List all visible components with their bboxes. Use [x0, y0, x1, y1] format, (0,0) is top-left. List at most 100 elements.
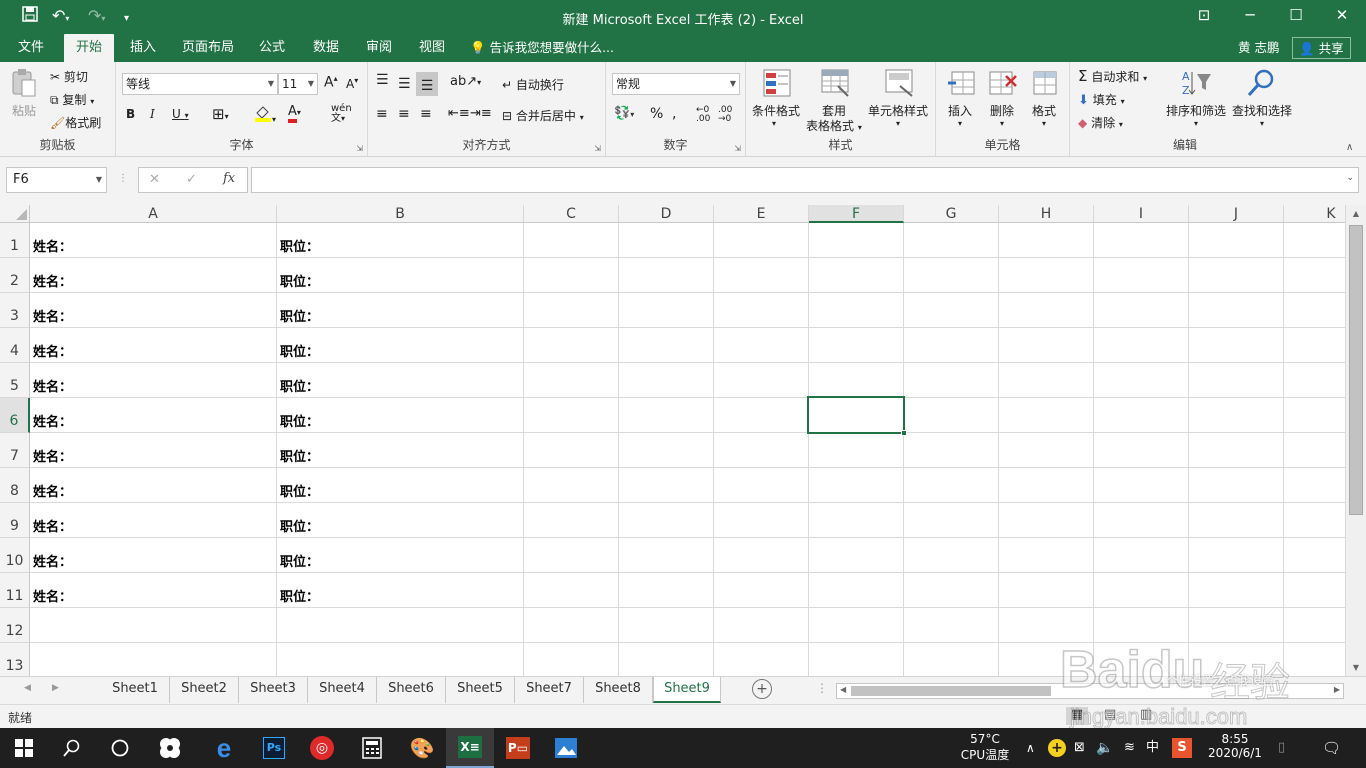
- column-header-g[interactable]: G: [904, 205, 999, 223]
- paint-app-icon[interactable]: 🎨: [398, 728, 446, 768]
- sheet-tab-sheet7[interactable]: Sheet7: [515, 677, 584, 703]
- wifi-icon[interactable]: ≋: [1124, 728, 1135, 768]
- cell-b7[interactable]: 职位：: [277, 433, 524, 468]
- font-size-combo[interactable]: 11 ▼: [278, 73, 318, 95]
- sheet-tab-sheet2[interactable]: Sheet2: [170, 677, 239, 703]
- tab-home[interactable]: 开始: [64, 34, 114, 62]
- formula-input[interactable]: ⌄: [251, 167, 1359, 193]
- align-top-icon[interactable]: ☰: [376, 72, 389, 88]
- paste-icon[interactable]: [10, 68, 42, 98]
- scroll-left-icon[interactable]: ◀: [840, 685, 846, 694]
- increase-indent-icon[interactable]: ⇥≡: [470, 106, 492, 121]
- select-all-button[interactable]: [0, 205, 30, 223]
- cell-a8[interactable]: 姓名：: [30, 468, 277, 503]
- vertical-scrollbar[interactable]: ▲ ▼: [1345, 205, 1366, 676]
- number-format-combo[interactable]: 常规 ▼: [612, 73, 740, 95]
- sogou-ime-icon[interactable]: S: [1172, 738, 1192, 758]
- music-app-icon[interactable]: ◎: [298, 728, 346, 768]
- percent-button[interactable]: %: [650, 106, 663, 122]
- underline-button[interactable]: U ▾: [172, 107, 189, 121]
- column-header-e[interactable]: E: [714, 205, 809, 223]
- paste-button[interactable]: 粘贴: [12, 102, 36, 119]
- row-header-6[interactable]: 6: [0, 398, 30, 433]
- italic-button[interactable]: I: [150, 107, 155, 121]
- tab-view[interactable]: 视图: [415, 34, 449, 62]
- tab-formulas[interactable]: 公式: [255, 34, 289, 62]
- chevron-up-icon[interactable]: ∧: [1026, 728, 1035, 768]
- minimize-button[interactable]: ─: [1227, 6, 1273, 24]
- row-header-11[interactable]: 11: [0, 573, 30, 608]
- fill-color-icon[interactable]: ▾: [254, 104, 276, 125]
- column-header-d[interactable]: D: [619, 205, 714, 223]
- sheet-tab-sheet6[interactable]: Sheet6: [377, 677, 446, 703]
- sheet-tab-sheet8[interactable]: Sheet8: [584, 677, 653, 703]
- merge-center-button[interactable]: ⊟ 合并后居中 ▾: [502, 107, 584, 124]
- task-view-icon[interactable]: [96, 728, 144, 768]
- page-layout-view-icon[interactable]: ▤: [1104, 707, 1116, 722]
- normal-view-icon[interactable]: ▦: [1066, 707, 1088, 725]
- cell-a5[interactable]: 姓名：: [30, 363, 277, 398]
- cell-a6[interactable]: 姓名：: [30, 398, 277, 433]
- tell-me-search[interactable]: 💡 告诉我您想要做什么...: [470, 34, 614, 62]
- format-cells-button[interactable]: 格式: [1032, 102, 1056, 119]
- row-header-9[interactable]: 9: [0, 503, 30, 538]
- row-header-8[interactable]: 8: [0, 468, 30, 503]
- show-desktop-icon[interactable]: ▯: [1278, 728, 1285, 768]
- scroll-down-icon[interactable]: ▼: [1346, 663, 1366, 672]
- column-header-i[interactable]: I: [1094, 205, 1189, 223]
- shrink-font-icon[interactable]: A▾: [346, 76, 358, 91]
- start-button[interactable]: [0, 728, 48, 768]
- scroll-thumb[interactable]: [851, 686, 1051, 696]
- cell-styles-icon[interactable]: [884, 68, 916, 98]
- enter-icon[interactable]: ✓: [186, 172, 197, 187]
- cell-b8[interactable]: 职位：: [277, 468, 524, 503]
- security-app-icon[interactable]: +: [1048, 739, 1066, 757]
- sheet-tab-sheet1[interactable]: Sheet1: [101, 677, 170, 703]
- excel-taskbar-icon[interactable]: X≡: [446, 728, 494, 768]
- sheet-tab-sheet9[interactable]: Sheet9: [653, 677, 721, 703]
- comma-style-icon[interactable]: ,: [672, 106, 676, 122]
- clear-button[interactable]: ◆ 清除 ▾: [1078, 114, 1123, 131]
- ime-indicator[interactable]: 中: [1146, 728, 1159, 768]
- new-sheet-button[interactable]: +: [752, 679, 772, 699]
- edge-browser-icon[interactable]: e: [200, 728, 248, 768]
- sheet-tab-sheet4[interactable]: Sheet4: [308, 677, 377, 703]
- calculator-icon[interactable]: [348, 728, 396, 768]
- column-header-k[interactable]: K: [1284, 205, 1345, 223]
- fill-handle[interactable]: [901, 430, 907, 436]
- expand-formula-icon[interactable]: ⌄: [1346, 173, 1354, 183]
- row-header-12[interactable]: 12: [0, 608, 30, 643]
- row-header-2[interactable]: 2: [0, 258, 30, 293]
- user-name[interactable]: 黄 志鹏: [1238, 34, 1279, 62]
- copy-button[interactable]: ⧉ 复制 ▾: [50, 91, 94, 108]
- decrease-indent-icon[interactable]: ⇤≡: [448, 106, 470, 121]
- cell-a4[interactable]: 姓名：: [30, 328, 277, 363]
- grow-font-icon[interactable]: A▴: [324, 74, 338, 91]
- cell-b1[interactable]: 职位：: [277, 223, 524, 258]
- cell-styles-button[interactable]: 单元格样式: [868, 102, 928, 119]
- format-cells-icon[interactable]: [1030, 68, 1062, 98]
- cell-a1[interactable]: 姓名：: [30, 223, 277, 258]
- increase-decimal-icon[interactable]: ←0.00: [696, 106, 710, 124]
- photoshop-icon[interactable]: Ps: [250, 728, 298, 768]
- cell-b9[interactable]: 职位：: [277, 503, 524, 538]
- align-left-icon[interactable]: ≡: [376, 106, 388, 122]
- decrease-decimal-icon[interactable]: .00 →0: [718, 106, 732, 124]
- column-header-b[interactable]: B: [277, 205, 524, 223]
- row-header-4[interactable]: 4: [0, 328, 30, 363]
- cell-b2[interactable]: 职位：: [277, 258, 524, 293]
- volume-icon[interactable]: 🔈: [1096, 728, 1113, 768]
- orientation-icon[interactable]: ab↗▾: [450, 74, 481, 89]
- phonetic-icon[interactable]: wén 文▾: [331, 104, 352, 124]
- sort-filter-icon[interactable]: AZ: [1180, 68, 1212, 98]
- app-tray-icon[interactable]: ⊠: [1074, 728, 1085, 768]
- cell-a3[interactable]: 姓名：: [30, 293, 277, 328]
- tab-file[interactable]: 文件: [14, 34, 48, 62]
- align-center-icon[interactable]: ≡: [398, 106, 410, 122]
- cell-a7[interactable]: 姓名：: [30, 433, 277, 468]
- wrap-text-button[interactable]: ↵ 自动换行: [502, 76, 564, 93]
- row-header-7[interactable]: 7: [0, 433, 30, 468]
- cell-a2[interactable]: 姓名：: [30, 258, 277, 293]
- row-header-1[interactable]: 1: [0, 223, 30, 258]
- share-button[interactable]: 👤 共享: [1292, 37, 1351, 59]
